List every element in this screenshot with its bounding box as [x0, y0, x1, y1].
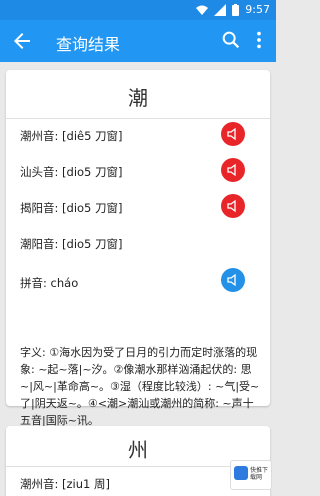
pronunciation-chaozhou: 潮州音: [ziu1 周] [20, 477, 110, 491]
character-heading: 州 [128, 438, 148, 462]
play-sound-button[interactable] [221, 158, 245, 182]
play-sound-button[interactable] [221, 194, 245, 218]
status-time: 9:57 [245, 3, 270, 16]
character-meaning: 字义: ①海水因为受了日月的引力而定时涨落的现象: ~起~落|~汐。②像潮水那样… [20, 346, 260, 427]
watermark-text: 快推下载网 [250, 467, 269, 481]
pinyin-row: 拼音: cháo [20, 276, 79, 290]
speaker-icon [227, 127, 236, 141]
logo-icon [234, 466, 248, 480]
app-bar: 查询结果 [0, 20, 276, 62]
status-icons: 9:57 [196, 3, 270, 16]
battery-icon [232, 3, 240, 16]
play-sound-button[interactable] [221, 122, 245, 146]
pronunciation-shantou: 汕头音: [dio5 刀窗] [20, 165, 123, 179]
signal-icon [214, 3, 227, 16]
search-icon[interactable] [220, 29, 242, 51]
result-list[interactable]: 潮 潮州音: [diê5 刀窗] 汕头音: [dio5 刀窗] 揭阳音: [di… [0, 62, 276, 496]
watermark-logo: 快推下载网 [230, 460, 272, 490]
page-title: 查询结果 [56, 35, 121, 54]
character-heading: 潮 [128, 86, 148, 110]
divider [6, 118, 270, 119]
pronunciation-chaozhou: 潮州音: [diê5 刀窗] [20, 129, 123, 143]
pronunciation-jieyang: 揭阳音: [dio5 刀窗] [20, 201, 123, 215]
wifi-icon [196, 5, 209, 15]
speaker-icon [227, 163, 236, 177]
play-pinyin-button[interactable] [221, 268, 245, 292]
more-options-icon[interactable] [248, 29, 270, 51]
result-card: 潮 潮州音: [diê5 刀窗] 汕头音: [dio5 刀窗] 揭阳音: [di… [6, 70, 270, 427]
speaker-icon [227, 273, 236, 287]
back-arrow-icon[interactable] [10, 29, 34, 53]
pronunciation-chaoyang: 潮阳音: [dio5 刀窗] [20, 237, 123, 251]
speaker-icon [227, 199, 236, 213]
status-bar: 9:57 [0, 0, 276, 20]
